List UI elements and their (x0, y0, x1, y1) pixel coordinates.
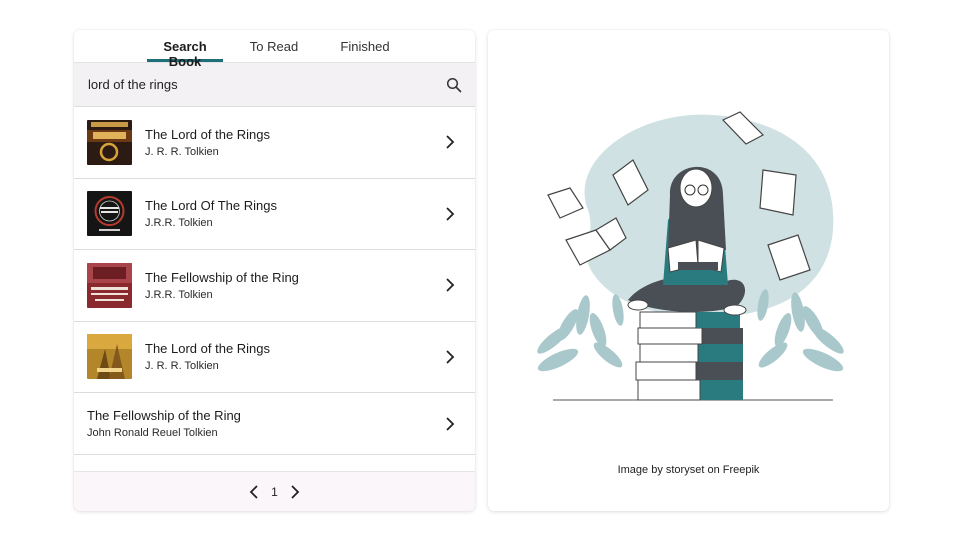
tab-to-read[interactable]: To Read (223, 30, 325, 62)
illustration-panel: Image by storyset on Freepik (488, 30, 889, 511)
item-text: The Fellowship of the Ring J.R.R. Tolkie… (145, 270, 475, 301)
chevron-right-icon[interactable] (445, 207, 455, 221)
search-panel: Search Book To Read Finished Th (74, 30, 475, 511)
chevron-left-icon (249, 484, 258, 499)
chevron-right-icon[interactable] (445, 135, 455, 149)
search-bar (74, 62, 475, 107)
book-title: The Lord Of The Rings (145, 198, 277, 214)
book-cover (87, 467, 132, 470)
item-text: The Fellowship of the Ring John Ronald R… (87, 408, 475, 439)
list-item[interactable]: The Lord of the Rings J. R. R. Tolkien (74, 321, 475, 393)
tab-bar: Search Book To Read Finished (74, 30, 475, 69)
book-title: The Lord of the Rings (145, 126, 271, 142)
list-item[interactable]: The Fellowship of the Ring John Ronald R… (74, 393, 475, 455)
search-input[interactable] (88, 77, 408, 92)
reading-girl-illustration (537, 111, 844, 401)
tab-finished[interactable]: Finished (325, 30, 405, 62)
book-author: J. R. R. Tolkien (145, 360, 219, 373)
item-text: The Lord of the Rings J. R. R. Tolkien (145, 127, 475, 158)
tab-search-book[interactable]: Search Book (147, 30, 223, 69)
book-title: The Fellowship of the Ring (87, 408, 241, 423)
book-author: John Ronald Reuel Tolkien (87, 427, 218, 439)
list-item[interactable]: The Lord of the Rings J. R. R. Tolkien (74, 107, 475, 179)
page-number: 1 (271, 484, 278, 499)
book-cover (87, 191, 132, 237)
book-cover (87, 262, 132, 308)
book-author: J. R. R. Tolkien (145, 145, 219, 158)
list-item[interactable]: The Lord Of The Rings J.R.R. Tolkien (74, 178, 475, 250)
pagination: 1 (74, 471, 475, 511)
book-author: J.R.R. Tolkien (145, 288, 213, 301)
book-title: The Lord of the Rings (145, 341, 271, 357)
list-item[interactable]: The Fellowship of the Ring J.R.R. Tolkie… (74, 250, 475, 322)
chevron-right-icon[interactable] (445, 416, 455, 431)
prev-page-button[interactable] (246, 484, 262, 500)
item-text: The Lord of the Rings J. R. R. Tolkien (145, 341, 475, 372)
chevron-right-icon (291, 484, 300, 499)
chevron-right-icon[interactable] (445, 350, 455, 364)
book-author: J.R.R. Tolkien (145, 217, 213, 230)
search-icon[interactable] (446, 77, 462, 93)
book-cover (87, 119, 132, 165)
image-credit: Image by storyset on Freepik (617, 464, 760, 476)
book-title: The Fellowship of the Ring (145, 269, 299, 285)
item-text: The Lord Of The Rings J.R.R. Tolkien (145, 198, 475, 229)
next-page-button[interactable] (287, 484, 303, 500)
chevron-right-icon[interactable] (445, 278, 455, 292)
results-list[interactable]: The Lord of the Rings J. R. R. Tolkien T… (74, 107, 475, 470)
book-cover (87, 334, 132, 380)
list-item[interactable] (74, 455, 475, 470)
